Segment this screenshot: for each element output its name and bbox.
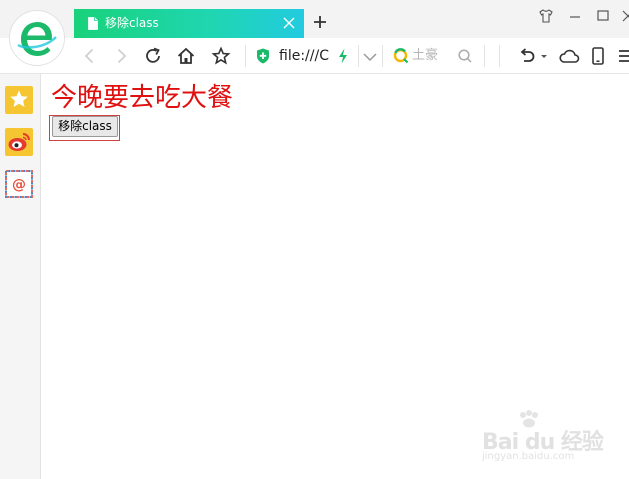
watermark-url: jingyan.baidu.com <box>482 451 575 462</box>
mobile-device-icon[interactable] <box>590 46 606 66</box>
back-icon[interactable] <box>80 46 100 66</box>
tab-active[interactable]: 移除class <box>74 9 304 38</box>
address-bar-input[interactable]: file:///C <box>279 47 329 65</box>
skin-shirt-icon[interactable] <box>538 8 554 24</box>
toolbar-divider <box>382 45 383 67</box>
speed-bolt-icon[interactable] <box>338 48 348 64</box>
browser-e-logo-icon <box>16 17 58 59</box>
close-window-icon[interactable] <box>620 8 629 24</box>
tab-title: 移除class <box>105 16 159 30</box>
security-shield-icon[interactable] <box>256 48 270 64</box>
maximize-icon[interactable] <box>595 8 611 24</box>
document-icon <box>88 17 98 30</box>
bookmark-star-icon[interactable] <box>211 46 231 66</box>
baidu-jingyan-watermark: Bai du 经验 jingyan.baidu.com <box>480 410 605 466</box>
toolbar-divider <box>245 45 246 67</box>
undo-dropdown-icon[interactable] <box>539 46 549 66</box>
email-at-icon[interactable]: @ <box>5 170 33 198</box>
remove-class-button-frame: 移除class <box>49 115 120 141</box>
refresh-icon[interactable] <box>143 46 163 66</box>
chevron-down-icon[interactable] <box>362 46 378 66</box>
svg-text:@: @ <box>12 177 26 193</box>
favorites-star-icon[interactable] <box>5 86 33 114</box>
page-heading: 今晚要去吃大餐 <box>51 83 234 113</box>
search-icon[interactable] <box>457 46 473 66</box>
home-icon[interactable] <box>176 46 196 66</box>
weibo-icon[interactable] <box>5 128 33 156</box>
remove-class-button[interactable]: 移除class <box>52 116 118 137</box>
search-engine-icon[interactable] <box>393 48 409 64</box>
title-bar: 移除class <box>0 0 629 38</box>
menu-hamburger-icon[interactable] <box>618 46 629 66</box>
toolbar-divider <box>484 45 485 67</box>
toolbar-divider <box>499 45 500 67</box>
sidebar: @ <box>0 74 41 479</box>
new-tab-plus-icon[interactable] <box>313 15 327 29</box>
browser-logo[interactable] <box>9 10 65 66</box>
forward-icon[interactable] <box>111 46 131 66</box>
toolbar-divider <box>358 45 359 67</box>
minimize-icon[interactable] <box>567 8 583 24</box>
toolbar: file:///C 土豪 <box>0 38 629 74</box>
search-input[interactable]: 土豪 <box>412 48 438 64</box>
cloud-icon[interactable] <box>558 46 580 66</box>
tab-close-icon[interactable] <box>282 16 296 30</box>
undo-icon[interactable] <box>517 46 537 66</box>
